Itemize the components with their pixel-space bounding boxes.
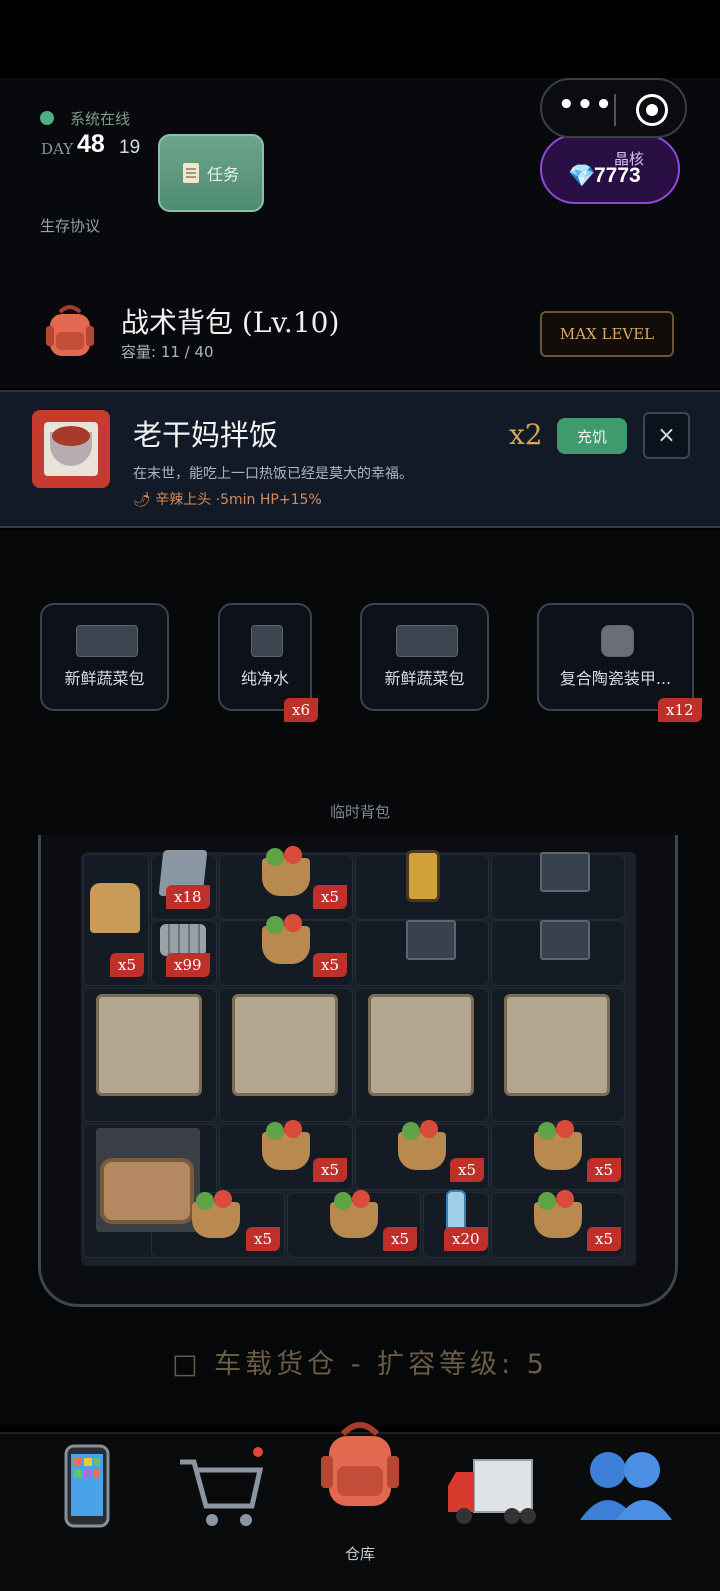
- vegetable-basket-icon: [534, 1190, 582, 1238]
- vegetable-basket-icon: [192, 1190, 240, 1238]
- phone-icon: [64, 1444, 110, 1528]
- nav-team[interactable]: [572, 1440, 682, 1560]
- item-count-badge: x5: [383, 1227, 418, 1251]
- backpack-icon: [321, 1422, 399, 1506]
- medical-kit-icon: [96, 994, 202, 1096]
- water-bottle-icon: [251, 625, 283, 657]
- temp-item-label: 新鲜蔬菜包: [384, 669, 465, 688]
- item-count-badge: x99: [166, 953, 210, 977]
- item-count-badge: x5: [313, 885, 348, 909]
- vegetable-basket-icon: [330, 1190, 378, 1238]
- bread-icon: [90, 883, 140, 933]
- medical-kit-icon: [368, 994, 474, 1096]
- geiger-counter-icon: [406, 850, 440, 902]
- item-count-badge: x5: [587, 1227, 622, 1251]
- shopping-cart-icon: [180, 1447, 264, 1526]
- survival-protocol-link[interactable]: 生存协议: [40, 215, 100, 236]
- online-status-text: 系统在线: [70, 110, 131, 128]
- temp-bag-label: 临时背包: [329, 803, 390, 821]
- item-count-badge: x5: [313, 953, 348, 977]
- radio-icon: [100, 1158, 194, 1224]
- close-detail-button[interactable]: ×: [643, 412, 690, 459]
- eat-button[interactable]: 充饥: [557, 418, 627, 454]
- crystal-value: 7773: [594, 164, 641, 187]
- temp-item-count: x12: [658, 698, 702, 722]
- ceramic-plate-icon: [601, 625, 634, 657]
- medical-kit-icon: [504, 994, 610, 1096]
- backpack-capacity: 容量: 11 / 40: [121, 343, 214, 361]
- miniprogram-capsule: •••: [540, 78, 687, 138]
- nav-truck[interactable]: [440, 1440, 550, 1560]
- item-name: 老干妈拌饭: [133, 418, 279, 452]
- vegetable-basket-icon: [534, 1120, 582, 1170]
- temp-item-card[interactable]: 复合陶瓷装甲...: [537, 603, 694, 711]
- nav-active-label: 仓库: [344, 1545, 375, 1563]
- more-options-icon[interactable]: •••: [558, 92, 612, 118]
- vegetable-basket-icon: [396, 625, 458, 657]
- temp-item-card[interactable]: 新鲜蔬菜包: [360, 603, 489, 711]
- max-level-button[interactable]: MAX LEVEL: [540, 311, 674, 357]
- day-label: DAY: [41, 140, 74, 158]
- vegetable-basket-icon: [262, 914, 310, 964]
- item-count-badge: x5: [450, 1158, 485, 1182]
- temp-item-label: 纯净水: [240, 669, 289, 688]
- team-icon: [580, 1452, 672, 1520]
- nav-warehouse[interactable]: [305, 1420, 415, 1540]
- crystal-core-balance[interactable]: 晶核 💎 7773: [540, 134, 680, 204]
- capsule-divider: [614, 94, 616, 126]
- item-count-badge: x5: [110, 953, 145, 977]
- medical-kit-icon: [232, 994, 338, 1096]
- temp-item-label: 新鲜蔬菜包: [64, 669, 145, 688]
- task-button[interactable]: 任务: [158, 134, 264, 212]
- online-status-dot: [40, 111, 54, 125]
- steel-bars-icon: [160, 924, 206, 956]
- toolbox-icon: [406, 920, 456, 960]
- item-effect: 🌶 辛辣上头 ·5min HP+15%: [133, 492, 322, 508]
- item-count-badge: x5: [313, 1158, 348, 1182]
- day-number: 48: [77, 130, 105, 158]
- item-count-badge: x5: [587, 1158, 622, 1182]
- temp-item-label: 复合陶瓷装甲...: [559, 669, 672, 688]
- vegetable-basket-icon: [76, 625, 138, 657]
- nav-shop[interactable]: [168, 1440, 278, 1560]
- day-sub-value: 19: [119, 137, 141, 158]
- backpack-title: 战术背包 (Lv.10): [121, 306, 340, 339]
- toolbox-icon: [540, 920, 590, 960]
- vegetable-basket-icon: [262, 1120, 310, 1170]
- temp-item-card[interactable]: 纯净水: [218, 603, 312, 711]
- temp-item-card[interactable]: 新鲜蔬菜包: [40, 603, 169, 711]
- truck-icon: [448, 1459, 536, 1524]
- vegetable-basket-icon: [262, 846, 310, 896]
- toolbox-icon: [540, 852, 590, 892]
- item-count-badge: x18: [166, 885, 210, 909]
- nav-phone[interactable]: [32, 1440, 142, 1560]
- item-description: 在末世，能吃上一口热饭已经是莫大的幸福。: [133, 466, 413, 482]
- item-count-badge: x5: [246, 1227, 281, 1251]
- temp-item-count: x6: [284, 698, 319, 722]
- item-count-badge: x20: [444, 1227, 488, 1251]
- close-miniprogram-icon[interactable]: [636, 94, 668, 126]
- water-bottle-icon: [446, 1190, 466, 1232]
- cargo-label: □ 车载货仓 - 扩容等级: 5: [172, 1349, 548, 1380]
- clipboard-icon: [182, 163, 199, 183]
- diamond-icon: 💎: [568, 164, 596, 189]
- item-count: x2: [509, 418, 543, 451]
- task-button-label: 任务: [206, 165, 239, 184]
- vegetable-basket-icon: [398, 1120, 446, 1170]
- backpack-icon: [46, 305, 94, 356]
- top-bar: [0, 0, 720, 78]
- rice-bowl-icon: [32, 410, 110, 488]
